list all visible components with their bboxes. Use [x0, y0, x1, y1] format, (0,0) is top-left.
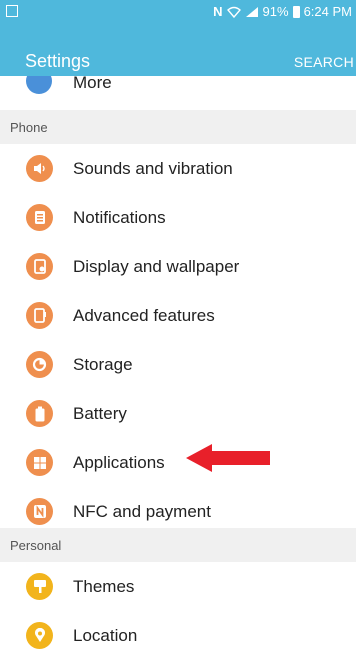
settings-item-label: Themes: [73, 577, 135, 596]
settings-item-label: Battery: [73, 404, 127, 423]
section-header-phone: Phone: [0, 110, 356, 144]
location-icon: [26, 622, 53, 649]
battery-icon: [26, 400, 53, 427]
more-icon: [26, 76, 52, 94]
battery-status-icon: [292, 5, 300, 18]
section-header-personal: Personal: [0, 528, 356, 562]
app-bar: Settings SEARCH: [0, 24, 356, 76]
status-bar: N 91% 6:24 PM: [0, 0, 356, 24]
storage-icon: [26, 351, 53, 378]
settings-item-label: Notifications: [73, 208, 166, 227]
advanced-features-icon: [26, 302, 53, 329]
battery-percent: 91%: [262, 4, 289, 19]
settings-item-label: Applications: [73, 453, 165, 472]
settings-item-label: Display and wallpaper: [73, 257, 240, 276]
wifi-icon: [226, 6, 241, 18]
annotation-arrow-icon: [186, 444, 270, 472]
notifications-icon: [26, 204, 53, 231]
settings-item-label: Sounds and vibration: [73, 159, 233, 178]
settings-item-location[interactable]: Location: [0, 611, 356, 660]
settings-item-label: NFC and payment: [73, 502, 211, 521]
status-icons: N 91% 6:24 PM: [213, 4, 352, 19]
speaker-icon: [26, 155, 53, 182]
settings-item-applications[interactable]: Applications: [0, 438, 356, 487]
applications-icon: [26, 449, 53, 476]
settings-item-label: Location: [73, 626, 138, 645]
settings-item-label: Storage: [73, 355, 133, 374]
settings-item-themes[interactable]: Themes: [0, 562, 356, 611]
settings-item-battery[interactable]: Battery: [0, 389, 356, 438]
settings-item-label: More: [73, 76, 112, 92]
display-icon: [26, 253, 53, 280]
settings-item-storage[interactable]: Storage: [0, 340, 356, 389]
page-title: Settings: [25, 51, 91, 71]
signal-icon: [245, 6, 258, 17]
nfc-icon: [26, 498, 53, 525]
themes-icon: [26, 573, 53, 600]
settings-item-advanced[interactable]: Advanced features: [0, 291, 356, 340]
settings-item-sounds[interactable]: Sounds and vibration: [0, 144, 356, 193]
clock: 6:24 PM: [303, 4, 352, 19]
search-button[interactable]: SEARCH: [294, 54, 354, 70]
settings-item-display[interactable]: Display and wallpaper: [0, 242, 356, 291]
screenshot-notification-icon: [6, 5, 18, 17]
settings-item-more[interactable]: More: [0, 76, 356, 110]
nfc-status-icon: N: [213, 4, 223, 19]
settings-item-label: Advanced features: [73, 306, 215, 325]
settings-item-notifications[interactable]: Notifications: [0, 193, 356, 242]
